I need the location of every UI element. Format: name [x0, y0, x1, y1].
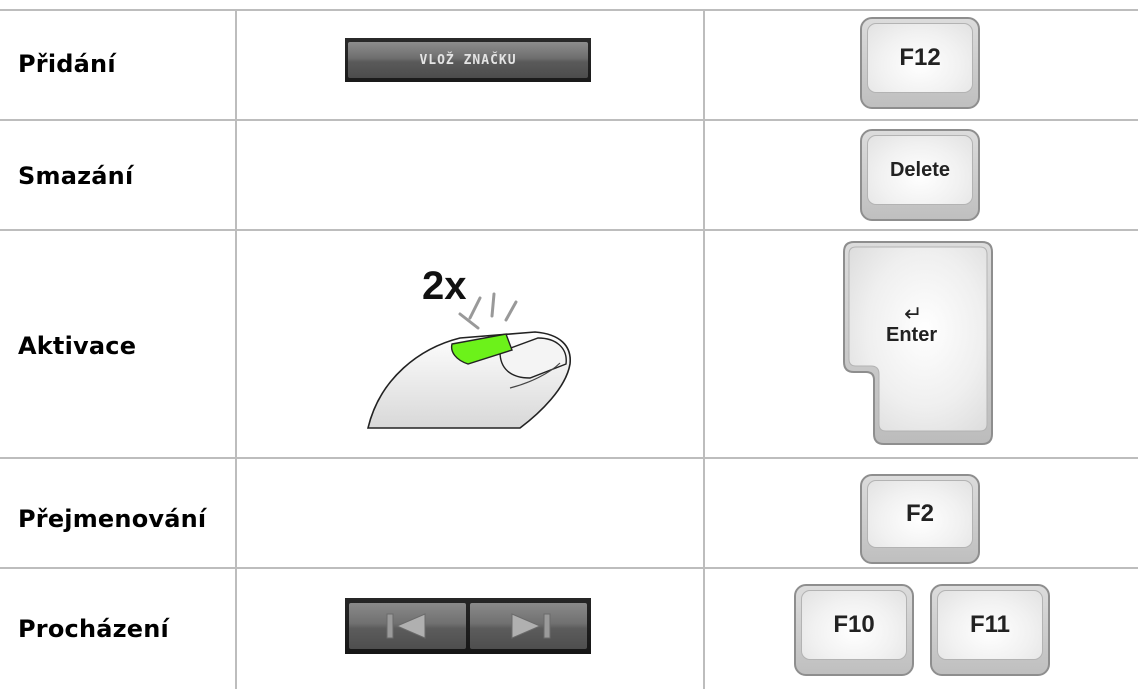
row-label-activate: Aktivace [18, 332, 137, 360]
row-label-delete: Smazání [18, 162, 134, 190]
insert-tag-button-label: VLOŽ ZNAČKU [348, 42, 588, 78]
delete-key[interactable]: Delete [860, 129, 980, 221]
grid-line [0, 457, 1138, 459]
next-button[interactable] [470, 603, 587, 649]
insert-tag-button[interactable]: VLOŽ ZNAČKU [345, 38, 591, 82]
mouse-double-click-illustration: 2x [360, 264, 580, 430]
f11-key[interactable]: F11 [930, 584, 1050, 676]
f10-key[interactable]: F10 [794, 584, 914, 676]
row-label-browse: Procházení [18, 615, 169, 643]
row-label-rename: Přejmenování [18, 505, 207, 533]
grid-line [235, 10, 237, 689]
grid-line [0, 9, 1138, 11]
f12-key[interactable]: F12 [860, 17, 980, 109]
grid-line [0, 119, 1138, 121]
enter-key[interactable]: ↵ Enter [842, 240, 994, 446]
f2-key-label: F2 [867, 480, 973, 548]
f12-key-label: F12 [867, 23, 973, 93]
grid-line [0, 567, 1138, 569]
previous-icon [386, 613, 425, 639]
mouse-icon [366, 292, 571, 429]
grid-line [0, 229, 1138, 231]
delete-key-label: Delete [867, 135, 973, 205]
row-label-add: Přidání [18, 50, 116, 78]
f10-key-label: F10 [801, 590, 907, 660]
previous-button[interactable] [349, 603, 466, 649]
enter-key-label: Enter [886, 324, 938, 346]
navigation-buttons [345, 598, 591, 654]
f2-key[interactable]: F2 [860, 474, 980, 564]
next-icon [511, 613, 550, 639]
f11-key-label: F11 [937, 590, 1043, 660]
double-click-label: 2x [422, 264, 467, 308]
grid-line [703, 10, 705, 689]
